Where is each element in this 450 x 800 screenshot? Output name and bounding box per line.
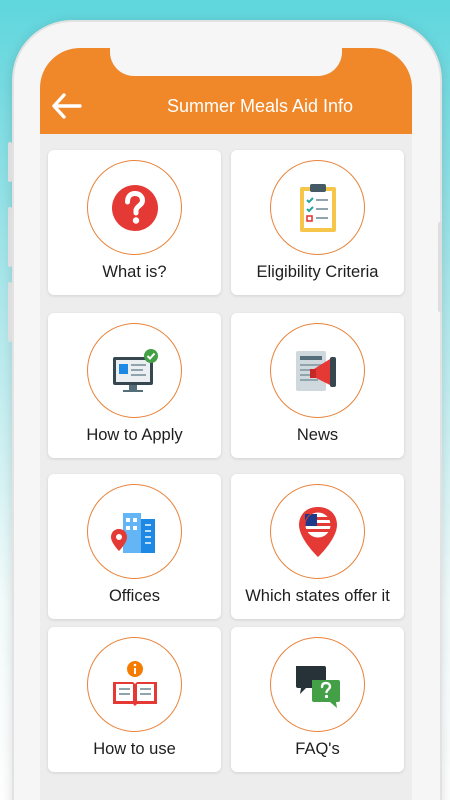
question-icon bbox=[111, 184, 158, 231]
phone-volume-down-button bbox=[8, 282, 12, 342]
icon-circle bbox=[87, 323, 182, 418]
menu-card-label: News bbox=[296, 426, 339, 444]
menu-card-faqs[interactable]: FAQ's bbox=[231, 627, 404, 772]
menu-card-label: How to use bbox=[93, 740, 176, 758]
menu-card-eligibility-criteria[interactable]: Eligibility Criteria bbox=[231, 150, 404, 295]
book-info-icon bbox=[112, 660, 157, 706]
menu-card-label: How to Apply bbox=[86, 426, 183, 444]
menu-card-news[interactable]: News bbox=[231, 313, 404, 458]
menu-card-what-is[interactable]: What is? bbox=[48, 150, 221, 295]
icon-circle bbox=[87, 637, 182, 732]
menu-card-label: Which states offer it bbox=[245, 587, 390, 605]
menu-card-label: Eligibility Criteria bbox=[256, 263, 379, 281]
arrow-left-icon bbox=[52, 93, 82, 119]
phone-side-button bbox=[8, 142, 12, 182]
monitor-form-icon bbox=[112, 348, 158, 392]
chat-question-icon bbox=[295, 665, 340, 708]
icon-circle bbox=[87, 160, 182, 255]
menu-card-offices[interactable]: Offices bbox=[48, 474, 221, 619]
phone-notch bbox=[110, 48, 342, 76]
icon-circle bbox=[87, 484, 182, 579]
newspaper-megaphone-icon bbox=[295, 350, 336, 391]
page-title: Summer Meals Aid Info bbox=[166, 96, 354, 116]
office-building-pin-icon bbox=[110, 512, 155, 553]
icon-circle bbox=[270, 484, 365, 579]
icon-circle bbox=[270, 323, 365, 418]
checklist-clipboard-icon bbox=[299, 183, 336, 232]
menu-card-label: FAQ's bbox=[295, 740, 340, 758]
phone-power-button bbox=[438, 222, 442, 312]
icon-circle bbox=[270, 160, 365, 255]
icon-circle bbox=[270, 637, 365, 732]
menu-card-which-states[interactable]: Which states offer it bbox=[231, 474, 404, 619]
app-bar: Summer Meals Aid Info bbox=[40, 48, 412, 134]
us-flag-pin-icon bbox=[298, 506, 337, 557]
menu-card-how-to-apply[interactable]: How to Apply bbox=[48, 313, 221, 458]
back-button[interactable] bbox=[50, 92, 84, 120]
phone-volume-up-button bbox=[8, 207, 12, 267]
menu-card-label: What is? bbox=[102, 263, 167, 281]
menu-card-label: Offices bbox=[108, 587, 161, 605]
menu-card-how-to-use[interactable]: How to use bbox=[48, 627, 221, 772]
app-screen: Summer Meals Aid Info What is? Eligibili… bbox=[40, 48, 412, 800]
